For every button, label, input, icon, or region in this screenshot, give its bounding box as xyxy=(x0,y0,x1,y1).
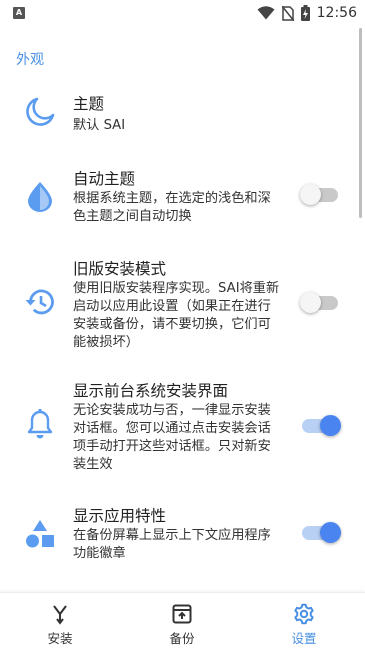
app-notification-icon: A xyxy=(13,7,25,19)
status-bar: A 12:56 xyxy=(0,0,365,26)
nav-backup[interactable]: 备份 xyxy=(122,593,242,650)
setting-theme[interactable]: 主题 默认 SAI xyxy=(0,90,358,154)
legacy-install-toggle[interactable] xyxy=(300,292,338,313)
setting-desc: 默认 SAI xyxy=(73,118,126,133)
setting-desc: 根据系统主题，在选定的浅色和深色主题之间自动切换 xyxy=(73,191,271,224)
show-install-dialog-toggle[interactable] xyxy=(302,415,341,436)
wifi-icon xyxy=(257,6,275,20)
battery-charging-icon xyxy=(300,5,310,21)
clock: 12:56 xyxy=(316,5,357,21)
setting-auto-theme[interactable]: 自动主题 根据系统主题，在选定的浅色和深色主题之间自动切换 xyxy=(0,168,358,230)
nav-install[interactable]: 安装 xyxy=(0,593,120,650)
scrollbar[interactable] xyxy=(359,28,362,218)
setting-show-install-dialog[interactable]: 显示前台系统安装界面 无论安装成功与否，一律显示安装对话框。您可以通过点击安装会… xyxy=(0,380,358,474)
nav-label: 设置 xyxy=(291,631,317,646)
history-icon xyxy=(22,284,58,320)
bell-icon xyxy=(22,406,58,442)
drop-icon xyxy=(22,178,58,214)
setting-title: 旧版安装模式 xyxy=(73,260,167,278)
setting-title: 主题 xyxy=(73,95,105,113)
setting-title: 显示应用特性 xyxy=(73,507,167,525)
bottom-nav: 安装 备份 设置 xyxy=(0,592,365,650)
nav-settings[interactable]: 设置 xyxy=(244,593,364,650)
setting-desc: 在备份屏幕上显示上下文应用程序功能徽章 xyxy=(73,528,271,561)
setting-title: 自动主题 xyxy=(73,170,136,188)
status-icons: 12:56 xyxy=(257,3,357,23)
setting-desc: 使用旧版安装程序实现。SAI将重新启动以应用此设置（如果正在进行安装或备份，请不… xyxy=(73,281,280,350)
install-icon xyxy=(53,605,67,625)
moon-icon xyxy=(22,94,58,130)
backup-icon xyxy=(172,604,192,624)
show-app-features-toggle[interactable] xyxy=(302,522,341,543)
setting-desc: 无论安装成功与否，一律显示安装对话框。您可以通过点击安装会话项手动打开这些对话框… xyxy=(73,403,271,472)
settings-icon xyxy=(294,603,314,625)
section-header-appearance: 外观 xyxy=(16,52,44,68)
setting-show-app-features[interactable]: 显示应用特性 在备份屏幕上显示上下文应用程序功能徽章 xyxy=(0,505,358,567)
nav-label: 备份 xyxy=(169,631,195,646)
nav-label: 安装 xyxy=(47,631,73,646)
setting-legacy-install[interactable]: 旧版安装模式 使用旧版安装程序实现。SAI将重新启动以应用此设置（如果正在进行安… xyxy=(0,258,358,350)
shapes-icon xyxy=(22,516,58,552)
setting-title: 显示前台系统安装界面 xyxy=(73,382,229,400)
auto-theme-toggle[interactable] xyxy=(300,184,338,205)
no-sim-icon xyxy=(281,5,294,21)
